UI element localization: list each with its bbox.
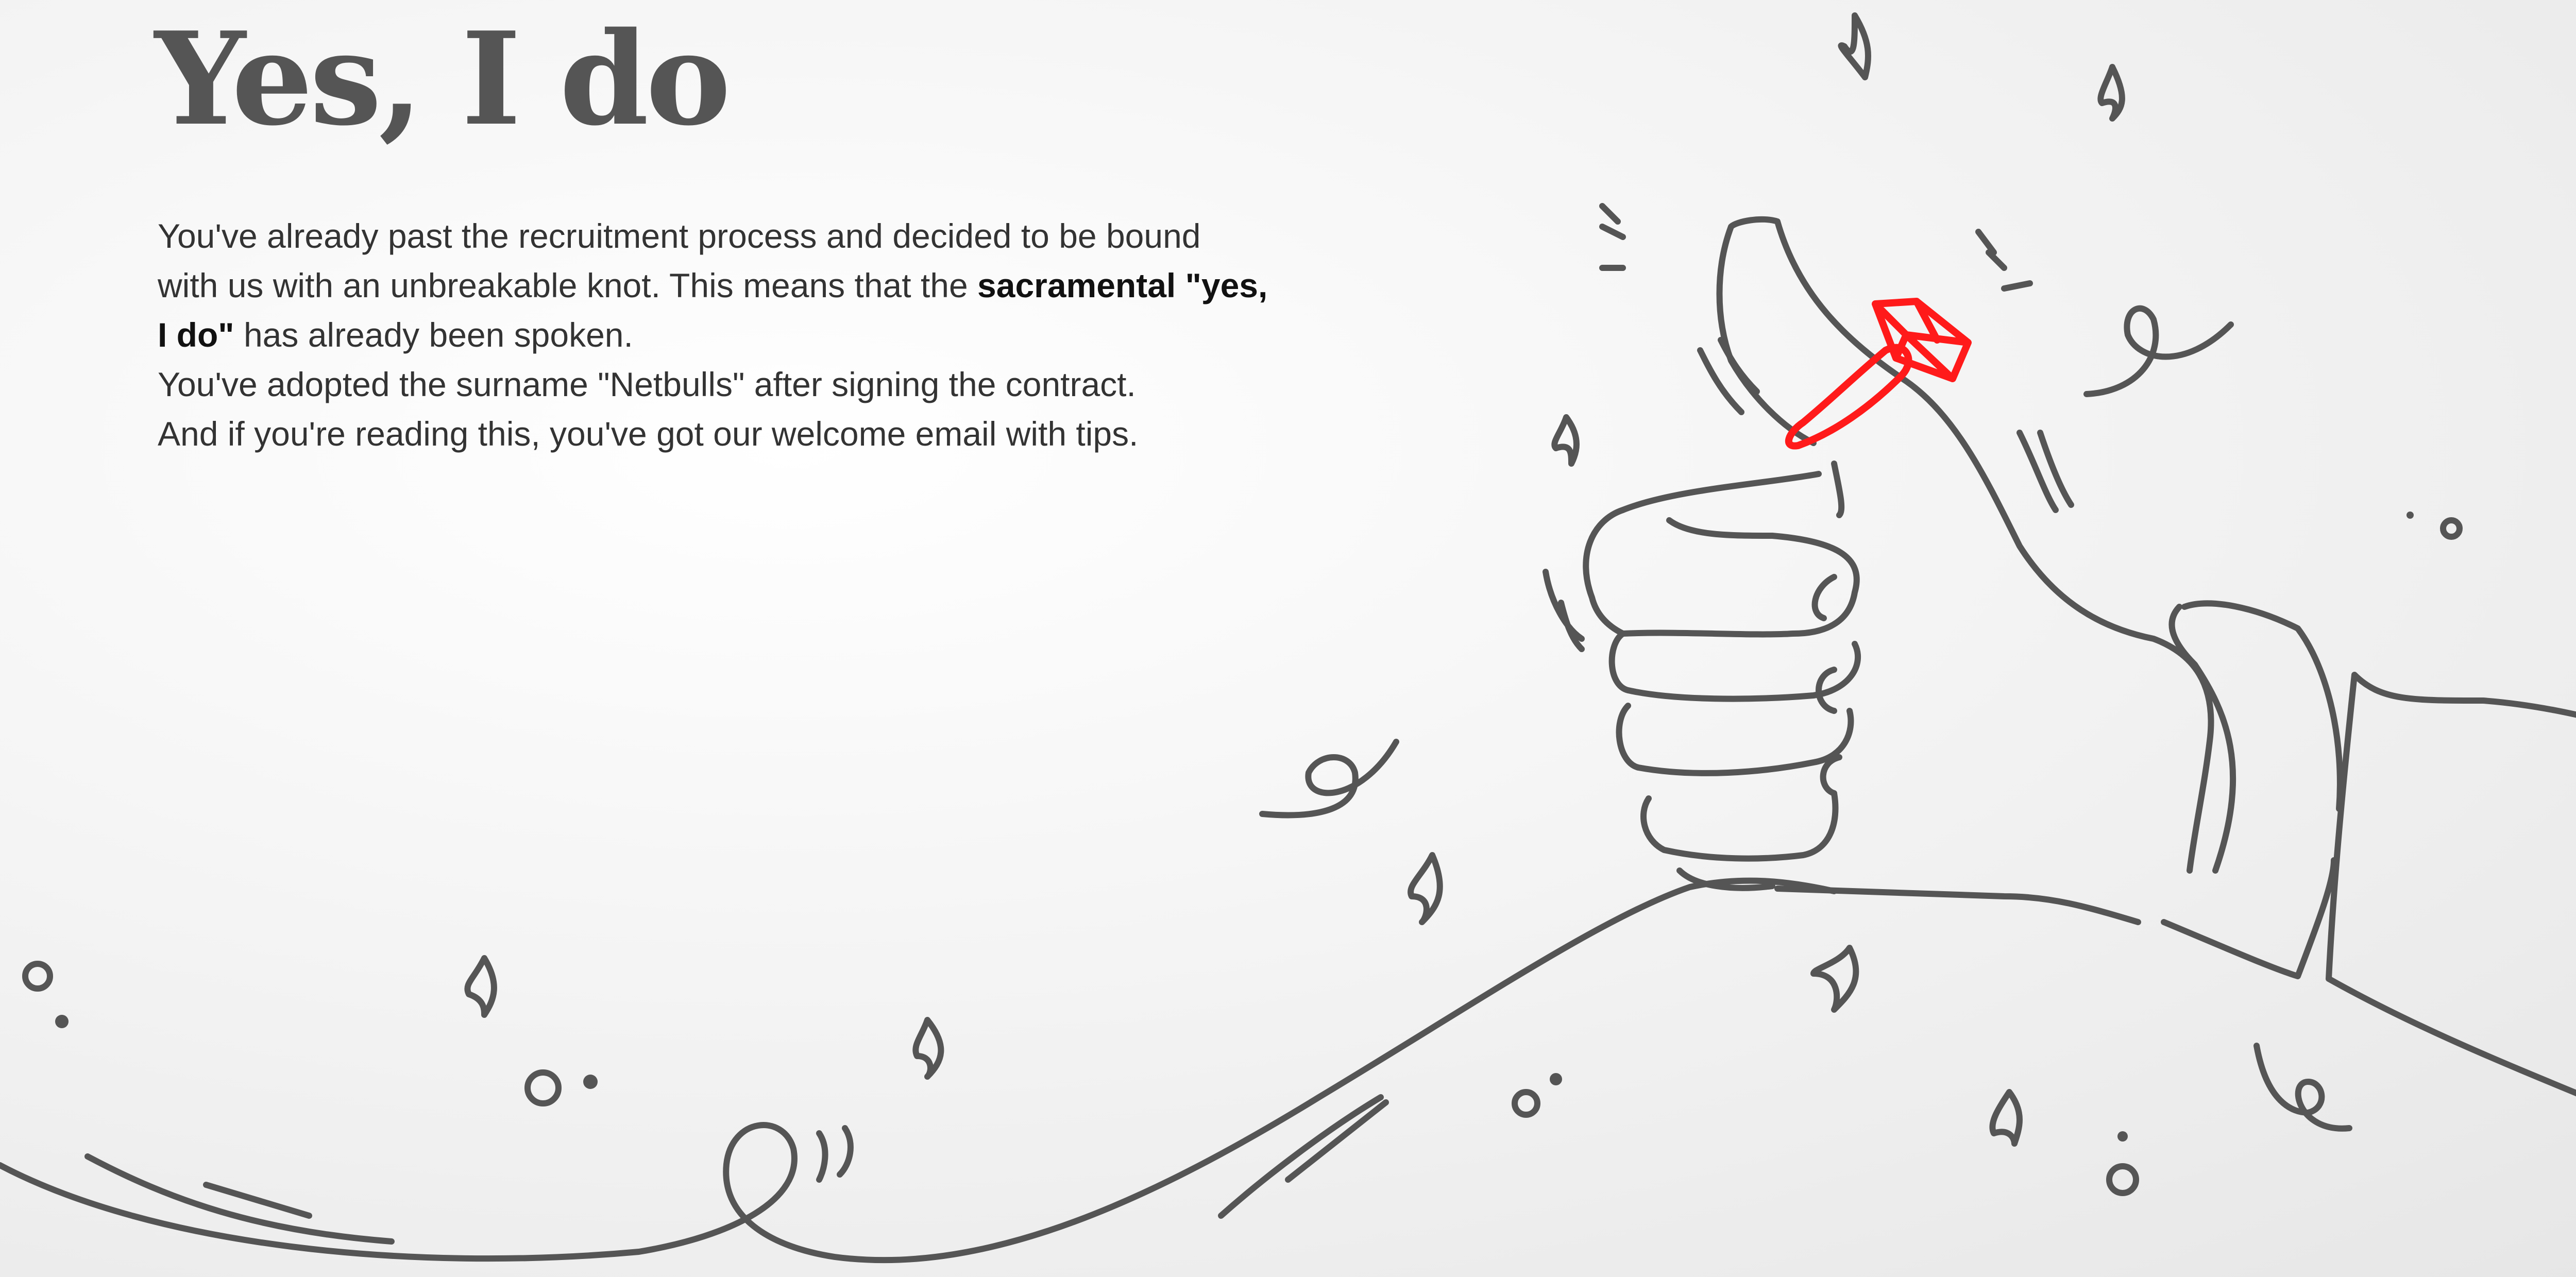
sparkle-icon [464, 955, 497, 1018]
sleeve [2326, 672, 2576, 1097]
sparkle-icon [1838, 12, 1871, 80]
thumb [1716, 216, 2214, 874]
bubble [1512, 1089, 1540, 1118]
swirl [1259, 739, 1399, 819]
motion-marks [1543, 203, 2074, 652]
sparkle-icon [912, 1017, 944, 1080]
dots [55, 512, 2414, 1142]
bubble [2106, 1163, 2139, 1196]
finger-4 [1640, 790, 1839, 862]
thumbs-up-ring-illustration [0, 12, 2576, 1264]
sparkle-icon [2097, 64, 2125, 122]
bubble [22, 961, 53, 992]
ring-finger-tip [1831, 461, 1845, 518]
sparkle-icon [1551, 414, 1580, 467]
swirl [2083, 305, 2234, 397]
line-art [0, 12, 2576, 1264]
bubble [524, 1069, 562, 1106]
swirl [2253, 1043, 2352, 1132]
ring-band [1785, 344, 1912, 450]
fist-back [1583, 471, 1822, 637]
sparkle-icon [1408, 852, 1443, 925]
sparkle-icon [1989, 1089, 2023, 1147]
bubble [2440, 517, 2463, 540]
diamond-ring-icon [1785, 298, 1972, 450]
sparkle-icon [1810, 945, 1859, 1013]
finger-3 [1616, 703, 1854, 776]
